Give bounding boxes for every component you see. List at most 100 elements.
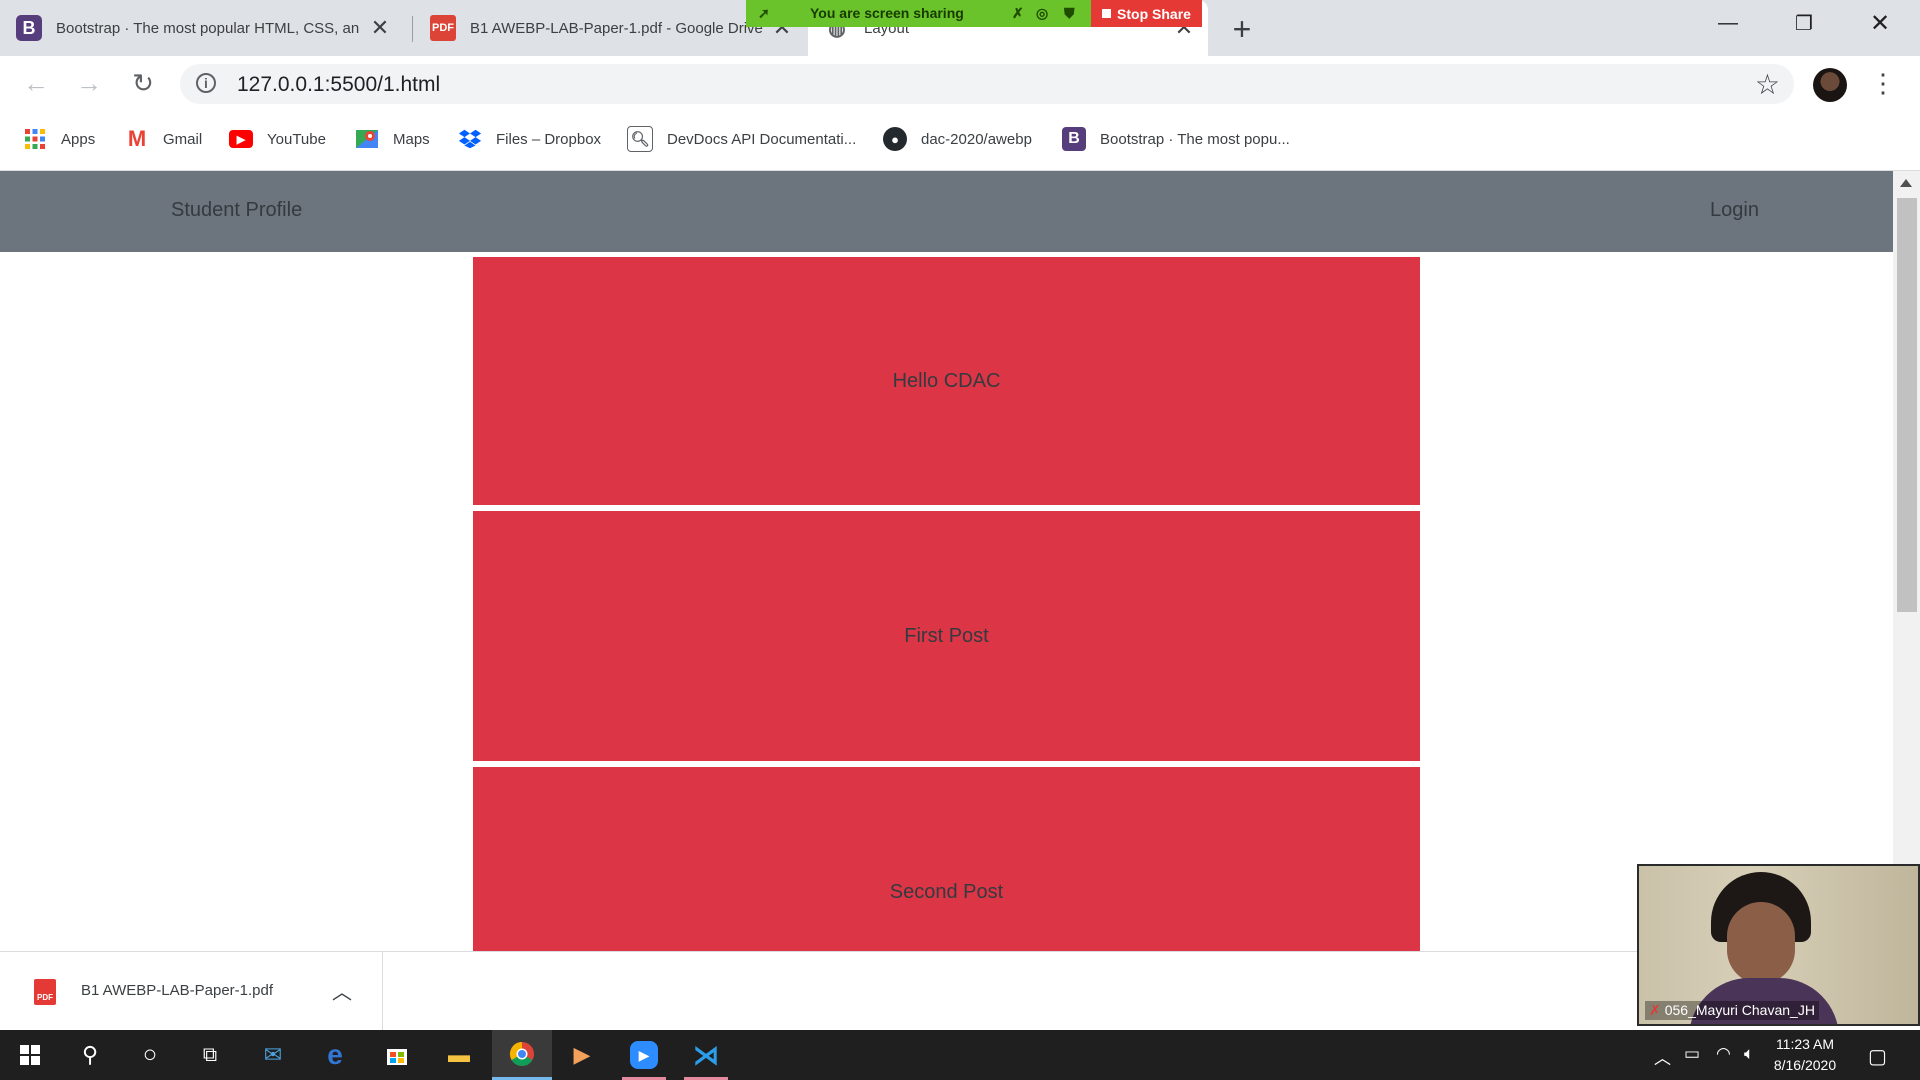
system-clock[interactable]: 11:23 AM 8/16/2020 — [1760, 1034, 1850, 1076]
site-info-icon[interactable]: i — [196, 73, 216, 93]
dropbox-icon — [458, 127, 482, 151]
restore-button[interactable]: ❐ — [1766, 0, 1842, 46]
profile-avatar[interactable] — [1813, 68, 1847, 102]
bookmark-dropbox[interactable]: Files – Dropbox — [458, 125, 601, 153]
windows-start-icon[interactable] — [0, 1030, 60, 1080]
cortana-icon[interactable]: ○ — [120, 1030, 180, 1080]
reload-button[interactable]: ↻ — [125, 65, 161, 101]
bookmark-gmail[interactable]: M Gmail — [125, 125, 202, 153]
download-item[interactable]: PDF B1 AWEBP-LAB-Paper-1.pdf ︿ — [0, 952, 383, 1031]
bookmark-github[interactable]: ● dac-2020/awebp — [883, 125, 1032, 153]
mic-muted-icon[interactable]: ✗ — [1012, 5, 1024, 22]
participant-name: 056_Mayuri Chavan_JH — [1664, 1002, 1815, 1018]
bootstrap-icon: B — [1062, 127, 1086, 151]
post-text: Hello CDAC — [892, 369, 1001, 392]
back-button[interactable]: ← — [18, 65, 54, 101]
windows-taskbar: ⚲ ○ ⧉ ✉ e ▬ ▶ ▶ ⋊ ︿ ▭ ◠ 🔈︎ 11:23 AM 8/16… — [0, 1030, 1920, 1080]
apps-grid-icon — [23, 127, 47, 151]
bookmark-star-icon[interactable]: ☆ — [1755, 68, 1780, 101]
gmail-icon: M — [127, 126, 147, 151]
post-card: Hello CDAC — [473, 257, 1420, 505]
bookmark-label: dac-2020/awebp — [921, 130, 1032, 148]
minimize-button[interactable]: — — [1690, 0, 1766, 46]
screen-share-banner: ➚ You are screen sharing ✗ ◎ ⛊ Stop Shar… — [746, 0, 1202, 27]
wifi-icon[interactable]: ◠ — [1716, 1044, 1731, 1064]
tab-bootstrap[interactable]: B Bootstrap · The most popular HTML, CSS… — [0, 0, 404, 56]
post-text: Second Post — [889, 880, 1004, 903]
bookmark-label: Apps — [61, 130, 96, 148]
bookmark-label: DevDocs API Documentati... — [667, 130, 857, 148]
navbar-brand[interactable]: Student Profile — [171, 199, 302, 222]
stop-icon — [1102, 9, 1112, 18]
post-text: First Post — [904, 624, 989, 647]
store-icon[interactable] — [367, 1030, 427, 1080]
bookmark-maps[interactable]: Maps — [355, 125, 430, 153]
maps-icon — [355, 127, 379, 151]
mail-icon[interactable]: ✉ — [243, 1030, 303, 1080]
clock-date: 8/16/2020 — [1773, 1057, 1837, 1073]
video-thumbnail[interactable]: ✗ 056_Mayuri Chavan_JH — [1637, 864, 1920, 1026]
bootstrap-icon: B — [16, 15, 42, 41]
status-circle-icon[interactable]: ◎ — [1036, 5, 1048, 22]
url-text[interactable]: 127.0.0.1:5500/1.html — [237, 73, 440, 97]
edge-icon[interactable]: e — [305, 1030, 365, 1080]
page-scrollbar[interactable] — [1893, 171, 1920, 951]
site-navbar: Student Profile Login — [0, 171, 1893, 252]
post-card: Second Post — [473, 767, 1420, 951]
mic-muted-icon: ✗ — [1649, 1002, 1661, 1018]
browser-toolbar: ← → ↻ i 127.0.0.1:5500/1.html ☆ ⋮ — [0, 56, 1920, 110]
stop-share-label: Stop Share — [1117, 5, 1191, 22]
devdocs-icon: 🔍︎ — [627, 126, 653, 152]
bookmark-label: Files – Dropbox — [496, 130, 602, 148]
bookmark-label: Maps — [393, 130, 430, 148]
scrollbar-thumb[interactable] — [1897, 198, 1917, 612]
new-tab-button[interactable]: + — [1224, 11, 1260, 47]
scroll-up-arrow-icon[interactable] — [1900, 179, 1912, 187]
bookmarks-bar: Apps M Gmail ▶ YouTube Maps Files – Drop… — [0, 110, 1920, 171]
bookmark-apps[interactable]: Apps — [23, 125, 95, 153]
address-bar[interactable]: i 127.0.0.1:5500/1.html ☆ — [180, 64, 1794, 104]
download-file-name[interactable]: B1 AWEBP-LAB-Paper-1.pdf — [81, 982, 273, 999]
chrome-icon[interactable] — [492, 1030, 552, 1080]
battery-icon[interactable]: ▭ — [1684, 1044, 1700, 1064]
github-icon: ● — [883, 127, 907, 151]
screen-share-message: You are screen sharing — [810, 5, 964, 21]
forward-button[interactable]: → — [71, 65, 107, 101]
tray-chevron-icon[interactable]: ︿ — [1654, 1044, 1671, 1069]
tab-divider — [412, 16, 413, 42]
chevron-up-icon[interactable]: ︿ — [332, 976, 352, 1005]
notifications-icon[interactable]: ▢ — [1868, 1044, 1887, 1069]
task-view-icon[interactable]: ⧉ — [180, 1030, 240, 1080]
share-arrow-icon: ➚ — [758, 5, 770, 21]
vscode-icon[interactable]: ⋊ — [676, 1030, 736, 1080]
file-explorer-icon[interactable]: ▬ — [429, 1030, 489, 1080]
volume-icon[interactable]: 🔈︎ — [1744, 1044, 1754, 1064]
chrome-menu-icon[interactable]: ⋮ — [1870, 68, 1896, 98]
bookmark-youtube[interactable]: ▶ YouTube — [229, 125, 326, 153]
stop-share-button[interactable]: Stop Share — [1091, 0, 1202, 27]
pdf-file-icon: PDF — [34, 979, 56, 1005]
screen-share-status: ➚ You are screen sharing ✗ ◎ ⛊ — [746, 0, 1091, 27]
bookmark-devdocs[interactable]: 🔍︎ DevDocs API Documentati... — [627, 125, 856, 153]
page-viewport: Student Profile Login Hello CDAC First P… — [0, 171, 1893, 951]
tab-strip: B Bootstrap · The most popular HTML, CSS… — [0, 0, 1920, 56]
login-link[interactable]: Login — [1710, 199, 1759, 222]
participant-face — [1727, 902, 1795, 984]
youtube-icon: ▶ — [229, 130, 253, 148]
shield-icon[interactable]: ⛊ — [1064, 5, 1075, 22]
search-icon[interactable]: ⚲ — [60, 1030, 120, 1080]
media-player-icon[interactable]: ▶ — [552, 1030, 612, 1080]
post-card: First Post — [473, 511, 1420, 761]
downloads-shelf: PDF B1 AWEBP-LAB-Paper-1.pdf ︿ — [0, 951, 1920, 1031]
zoom-icon[interactable]: ▶ — [614, 1030, 674, 1080]
bookmark-label: Bootstrap · The most popu... — [1100, 130, 1290, 148]
close-window-button[interactable]: ✕ — [1842, 0, 1918, 46]
bookmark-bootstrap[interactable]: B Bootstrap · The most popu... — [1062, 125, 1290, 153]
close-icon[interactable]: ✕ — [366, 14, 394, 42]
clock-time: 11:23 AM — [1775, 1036, 1835, 1052]
pdf-icon: PDF — [430, 15, 456, 41]
tab-title: Bootstrap · The most popular HTML, CSS, … — [56, 19, 360, 37]
bookmark-label: Gmail — [163, 130, 203, 148]
bookmark-label: YouTube — [267, 130, 326, 148]
tab-title: B1 AWEBP-LAB-Paper-1.pdf - Google Drive — [470, 19, 763, 37]
